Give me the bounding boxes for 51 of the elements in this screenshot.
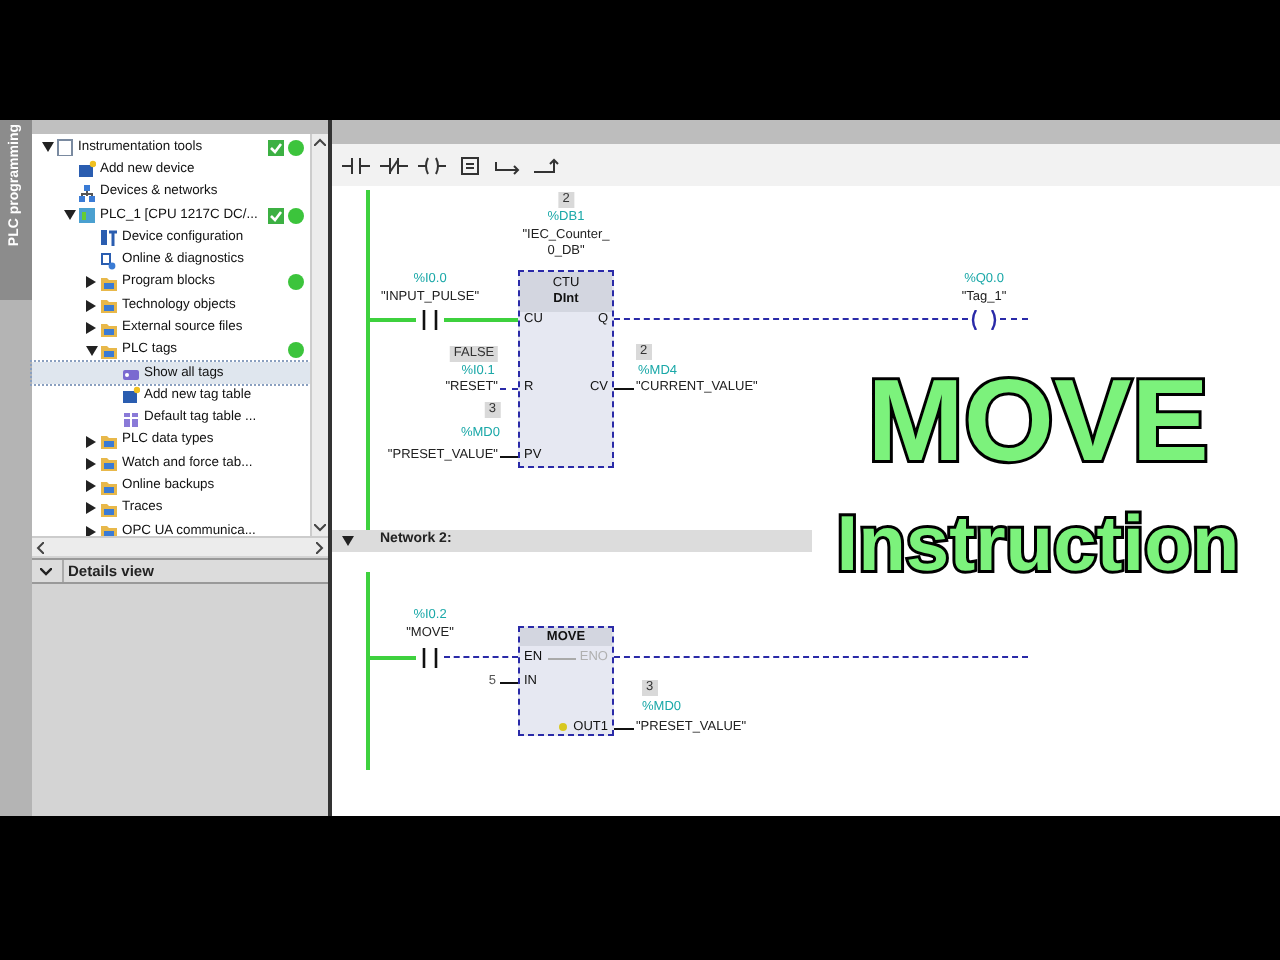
- branch-close-icon[interactable]: [532, 155, 560, 175]
- contact-icon[interactable]: [342, 155, 370, 175]
- folder-icon: [100, 499, 118, 518]
- collapsed-arrow-icon[interactable]: [86, 480, 96, 493]
- expanded-arrow-icon[interactable]: [85, 345, 97, 356]
- diagnostics-icon: [100, 251, 118, 270]
- wire: [1000, 318, 1028, 320]
- collapsed-arrow-icon[interactable]: [86, 276, 96, 289]
- coil-icon[interactable]: [968, 310, 1000, 330]
- collapsed-arrow-icon[interactable]: [86, 457, 96, 470]
- collapse-arrow-icon[interactable]: [342, 536, 354, 546]
- config-icon: [100, 228, 118, 247]
- scroll-up-icon[interactable]: [314, 138, 326, 146]
- collapsed-arrow-icon[interactable]: [86, 299, 96, 312]
- wire: [370, 656, 416, 660]
- plc-icon: [78, 206, 96, 225]
- folder-icon: [100, 341, 118, 360]
- collapsed-arrow-icon[interactable]: [86, 435, 96, 447]
- table-icon: [122, 409, 140, 428]
- scroll-right-icon[interactable]: [316, 541, 324, 553]
- wire: [614, 728, 634, 730]
- overlay-subtitle: Instruction: [836, 502, 1240, 590]
- collapsed-arrow-icon[interactable]: [86, 525, 96, 538]
- chevron-down-icon[interactable]: [40, 567, 52, 575]
- wire: [614, 388, 634, 390]
- overlay-title: MOVE: [867, 358, 1209, 486]
- collapsed-arrow-icon[interactable]: [86, 322, 96, 335]
- contact-nc-icon[interactable]: [380, 155, 408, 175]
- expanded-arrow-icon[interactable]: [63, 210, 75, 221]
- expanded-arrow-icon[interactable]: [41, 142, 53, 153]
- collapsed-arrow-icon[interactable]: [86, 502, 96, 515]
- wire: [500, 456, 518, 458]
- folder-icon: [100, 432, 118, 450]
- scroll-down-icon[interactable]: [314, 524, 326, 532]
- horizontal-scrollbar[interactable]: [32, 536, 328, 556]
- folder-icon: [100, 296, 118, 315]
- box-icon[interactable]: [456, 155, 484, 175]
- folder-icon: [100, 454, 118, 473]
- network-icon: [78, 183, 96, 202]
- wire: [500, 682, 518, 684]
- coil-icon[interactable]: [418, 155, 446, 175]
- table-add-icon: [122, 386, 140, 405]
- device-add-icon: [78, 160, 96, 179]
- wire: [370, 318, 416, 322]
- folder-icon: [100, 273, 118, 292]
- wire: [500, 388, 518, 390]
- folder-icon: [100, 319, 118, 338]
- scroll-left-icon[interactable]: [36, 541, 44, 553]
- vertical-scrollbar[interactable]: [310, 134, 328, 536]
- folder-icon: [100, 477, 118, 496]
- tags-icon: [122, 364, 140, 383]
